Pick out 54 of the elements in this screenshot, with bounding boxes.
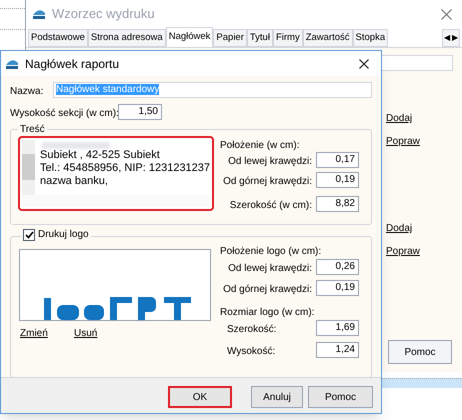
link[interactable]: Dodaj [386, 111, 412, 126]
dialog-button[interactable]: Anuluj [251, 386, 303, 408]
field-label: Od lewej krawędzi: [227, 155, 312, 169]
field-label: Nazwa: [10, 85, 44, 99]
number-field[interactable]: 0,19 [316, 172, 359, 188]
link[interactable]: Popraw [386, 244, 420, 259]
app-logo-icon [5, 58, 19, 70]
scroll-arrow[interactable]: ▶ [451, 30, 459, 46]
tab[interactable]: Papier [213, 29, 247, 47]
tab[interactable]: Stopka [352, 29, 388, 47]
height-field[interactable]: 1,50 [118, 104, 162, 120]
link[interactable]: Usuń [74, 326, 98, 341]
field-label: Wysokość: [227, 345, 276, 359]
text-line: Tel.: 454858956, NIP: 1231231237 [40, 162, 210, 175]
number-field[interactable]: 1,69 [316, 320, 359, 336]
field-label: Od górnej krawędzi: [222, 175, 312, 189]
app-logo-icon [32, 8, 46, 20]
number-field[interactable]: 0,19 [316, 280, 359, 296]
tab[interactable]: Strona adresowa [88, 29, 166, 47]
tab[interactable]: Nagłówek [166, 27, 214, 47]
number-field[interactable]: 0,26 [316, 259, 359, 275]
checkbox[interactable] [23, 228, 35, 240]
number-field[interactable]: 1,24 [316, 342, 359, 358]
dialog-button[interactable]: Pomoc [308, 386, 373, 408]
section-label: Położenie (w cm): [220, 139, 300, 153]
tab[interactable]: Podstawowe [28, 29, 88, 47]
redacted-text [42, 142, 110, 149]
field-label: Wysokość sekcji (w cm): [10, 107, 119, 121]
section-label: Rozmiar logo (w cm): [220, 306, 314, 320]
text-line: Subiekt , 42-525 Subiekt [40, 149, 161, 162]
tab[interactable]: Firmy [272, 29, 303, 47]
text-area[interactable]: Subiekt , 42-525 Subiekt Tel.: 454858956, NIP: 1231231237 nazwa banku, [18, 136, 214, 211]
field-label: Od górnej krawędzi: [222, 283, 312, 297]
dialog-title: Nagłówek raportu [25, 56, 120, 72]
scrollbar[interactable] [22, 140, 35, 196]
link[interactable]: Popraw [386, 134, 420, 149]
field-label: Szerokość: [227, 323, 276, 337]
help-button[interactable]: Pomoc [388, 340, 452, 364]
window-title: Wzorzec wydruku [52, 5, 155, 24]
number-field[interactable]: 8,82 [316, 196, 359, 212]
number-field[interactable]: 0,17 [316, 152, 359, 168]
link[interactable]: Dodaj [386, 221, 412, 236]
tab[interactable]: Tytuł [246, 29, 273, 47]
field-label: Szerokość (w cm): [228, 199, 312, 213]
scrollbar[interactable] [22, 195, 210, 207]
scroll-arrow[interactable]: ◀ [443, 30, 451, 46]
checkbox-label: Drukuj logo [38, 228, 89, 242]
link[interactable]: Zmień [20, 326, 48, 341]
tab[interactable]: Zawartość [302, 29, 353, 47]
close-icon[interactable] [359, 58, 369, 68]
text-line: nazwa banku, [40, 175, 109, 188]
dialog-button[interactable]: OK [168, 386, 232, 408]
field-label: Od lewej krawędzi: [227, 262, 312, 276]
section-label: Położenie logo (w cm): [220, 245, 322, 259]
